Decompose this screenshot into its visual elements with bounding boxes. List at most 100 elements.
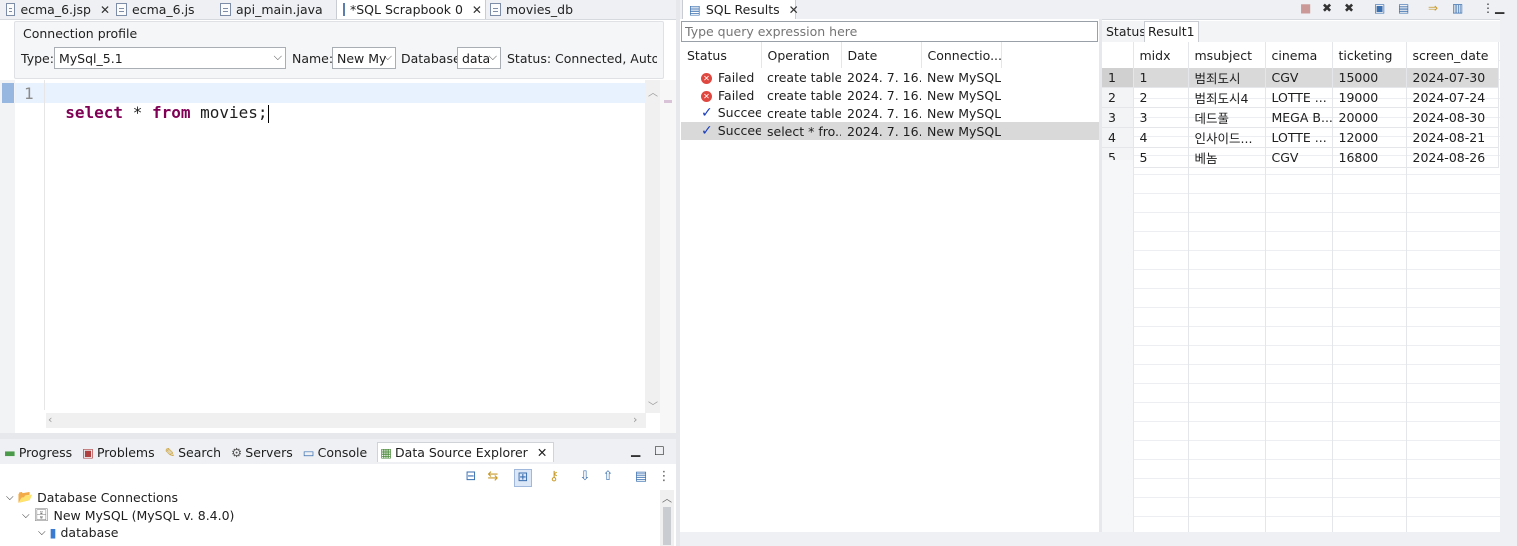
editor-vertical-scrollbar[interactable] — [645, 80, 660, 413]
cell-midx[interactable]: 3 — [1133, 107, 1189, 128]
view-menu-icon[interactable]: ⋮ — [656, 469, 672, 485]
export-result-icon[interactable]: ⇒ — [1428, 1, 1438, 15]
tab-api-main-java[interactable]: api_main.java — [214, 0, 338, 19]
tab-ecma-6-js[interactable]: ecma_6.js — [110, 0, 222, 19]
name-select[interactable]: New My ⌵ — [332, 47, 396, 69]
display-text-icon[interactable]: ▤ — [1398, 1, 1409, 15]
link-editor-icon[interactable]: ⇆ — [485, 469, 501, 485]
view-menu-icon[interactable]: ⋮ — [1482, 1, 1494, 15]
import-icon[interactable]: ⇩ — [577, 469, 593, 485]
table-row[interactable]: ✕ Failed create table... 2024. 7. 16... N… — [681, 86, 1099, 104]
tab-result1[interactable]: Result1 — [1144, 21, 1199, 42]
cell-ticketing[interactable]: 15000 — [1332, 68, 1407, 88]
cell-midx[interactable]: 1 — [1133, 68, 1189, 88]
cell-cinema[interactable]: MEGA B... — [1265, 107, 1333, 128]
tab-servers[interactable]: ⚙ Servers — [231, 445, 293, 460]
cell-screen-date[interactable]: 2024-08-30 — [1406, 107, 1499, 128]
tree-view-icon[interactable]: ⊞ — [514, 469, 532, 487]
cell-msubject[interactable]: 범죄도시 — [1188, 68, 1266, 88]
database-select[interactable]: data ⌵ — [457, 47, 501, 69]
minimize-icon[interactable]: ▁ — [1495, 0, 1504, 14]
minimize-icon[interactable]: ▁ — [631, 443, 640, 457]
cell-ticketing[interactable]: 19000 — [1332, 87, 1407, 108]
query-filter-input[interactable] — [681, 21, 1098, 42]
close-icon[interactable]: ✕ — [100, 3, 110, 17]
tab-console[interactable]: ▭ Console — [303, 445, 367, 460]
chevron-left-icon[interactable]: ‹ — [48, 413, 52, 426]
table-row[interactable]: 4 4 인사이드... LOTTE ... 12000 2024-08-21 — [1102, 127, 1499, 148]
new-connection-icon[interactable]: ▤ — [633, 469, 649, 485]
column-header-date[interactable]: Date — [841, 42, 922, 68]
column-header-midx[interactable]: midx — [1133, 42, 1189, 68]
cell-msubject[interactable]: 베놈 — [1188, 147, 1266, 168]
table-row[interactable]: 2 2 범죄도시4 LOTTE ... 19000 2024-07-24 — [1102, 87, 1499, 108]
cell-cinema[interactable]: LOTTE ... — [1265, 127, 1333, 148]
column-header-operation[interactable]: Operation — [761, 42, 842, 68]
cell-screen-date[interactable]: 2024-07-24 — [1406, 87, 1499, 108]
tab-movies-db[interactable]: movies_db — [484, 0, 596, 19]
column-header-cinema[interactable]: cinema — [1265, 42, 1333, 68]
tab-problems[interactable]: ▣ Problems — [82, 445, 154, 460]
chevron-down-icon[interactable]: ⌵ — [38, 527, 46, 538]
cell-ticketing[interactable]: 20000 — [1332, 107, 1407, 128]
cell-screen-date[interactable]: 2024-07-30 — [1406, 68, 1499, 88]
cell-msubject[interactable]: 범죄도시4 — [1188, 87, 1266, 108]
column-header-status[interactable]: Status — [681, 42, 762, 68]
collapse-all-icon[interactable]: ⊟ — [463, 469, 479, 485]
chevron-up-icon[interactable]: ︿ — [660, 490, 674, 505]
cell-cinema[interactable]: CGV — [1265, 68, 1333, 88]
cell-msubject[interactable]: 인사이드... — [1188, 127, 1266, 148]
table-row-selected[interactable]: 1 1 범죄도시 CGV 15000 2024-07-30 — [1102, 68, 1499, 88]
table-row[interactable]: 3 3 데드풀 MEGA B... 20000 2024-08-30 — [1102, 107, 1499, 128]
tab-progress[interactable]: ▬ Progress — [4, 445, 72, 460]
column-header-connection[interactable]: Connectio... — [921, 42, 1002, 68]
table-row[interactable]: 5 5 베놈 CGV 16800 2024-08-26 — [1102, 147, 1499, 168]
table-row[interactable]: ✕ Failed create table... 2024. 7. 16... N… — [681, 68, 1099, 86]
cell-screen-date[interactable]: 2024-08-21 — [1406, 127, 1499, 148]
explorer-scrollbar[interactable]: ︿ — [660, 490, 674, 546]
maximize-icon[interactable]: ☐ — [654, 444, 665, 458]
chevron-right-icon[interactable]: › — [633, 413, 637, 426]
close-icon[interactable]: ✕ — [537, 445, 547, 460]
type-select[interactable]: MySql_5.1 ⌵ — [54, 47, 286, 69]
column-header-screen-date[interactable]: screen_date — [1406, 42, 1499, 68]
scroll-thumb[interactable] — [663, 507, 671, 545]
display-layout-icon[interactable]: ▣ — [1374, 1, 1385, 15]
cell-cinema[interactable]: LOTTE ... — [1265, 87, 1333, 108]
terminate-icon[interactable]: ■ — [1300, 1, 1311, 15]
table-row-selected[interactable]: ✓Succeed select * fro... 2024. 7. 16... … — [681, 122, 1099, 140]
cell-ticketing[interactable]: 12000 — [1332, 127, 1407, 148]
chevron-down-icon[interactable]: ⌵ — [6, 492, 14, 503]
column-header-msubject[interactable]: msubject — [1188, 42, 1266, 68]
filter-icon[interactable]: ⚷ — [546, 469, 562, 485]
chevron-up-icon[interactable]: ︿ — [648, 84, 658, 99]
close-icon[interactable]: ✕ — [472, 3, 482, 17]
tab-sql-scrapbook[interactable]: *SQL Scrapbook 0 ✕ — [336, 0, 486, 19]
cell-ticketing[interactable]: 16800 — [1332, 147, 1407, 168]
tab-data-source-explorer[interactable]: ▦ Data Source Explorer ✕ — [377, 442, 555, 462]
code-line-1[interactable]: select * from movies; — [46, 84, 269, 123]
export-icon[interactable]: ⇧ — [600, 469, 616, 485]
cell-midx[interactable]: 2 — [1133, 87, 1189, 108]
cell-cinema[interactable]: CGV — [1265, 147, 1333, 168]
cell-msubject[interactable]: 데드풀 — [1188, 107, 1266, 128]
column-header-ticketing[interactable]: ticketing — [1332, 42, 1407, 68]
chevron-down-icon[interactable]: ﹀ — [648, 398, 658, 413]
tree-database[interactable]: ⌵ ▮ database — [38, 525, 118, 540]
tree-connection[interactable]: ⌵ 🗄 New MySQL (MySQL v. 8.4.0) — [22, 507, 234, 523]
tab-sql-results[interactable]: ▤ SQL Results ✕ — [682, 0, 799, 19]
print-icon[interactable]: ▥ — [1452, 1, 1463, 15]
remove-all-results-icon[interactable]: ✖ — [1344, 1, 1354, 15]
sql-editor[interactable] — [0, 80, 676, 433]
editor-horizontal-scrollbar[interactable] — [46, 413, 646, 428]
cell-midx[interactable]: 5 — [1133, 147, 1189, 168]
remove-result-icon[interactable]: ✖ — [1322, 1, 1332, 15]
tab-search[interactable]: ✎ Search — [165, 445, 221, 460]
cell-screen-date[interactable]: 2024-08-26 — [1406, 147, 1499, 168]
tree-root[interactable]: ⌵ 📂 Database Connections — [6, 489, 178, 505]
close-icon[interactable]: ✕ — [789, 3, 799, 17]
cell-midx[interactable]: 4 — [1133, 127, 1189, 148]
tab-status[interactable]: Status — [1106, 24, 1146, 39]
tab-ecma-6-jsp[interactable]: ecma_6.jsp ✕ — [0, 0, 116, 19]
chevron-down-icon[interactable]: ⌵ — [22, 510, 30, 521]
